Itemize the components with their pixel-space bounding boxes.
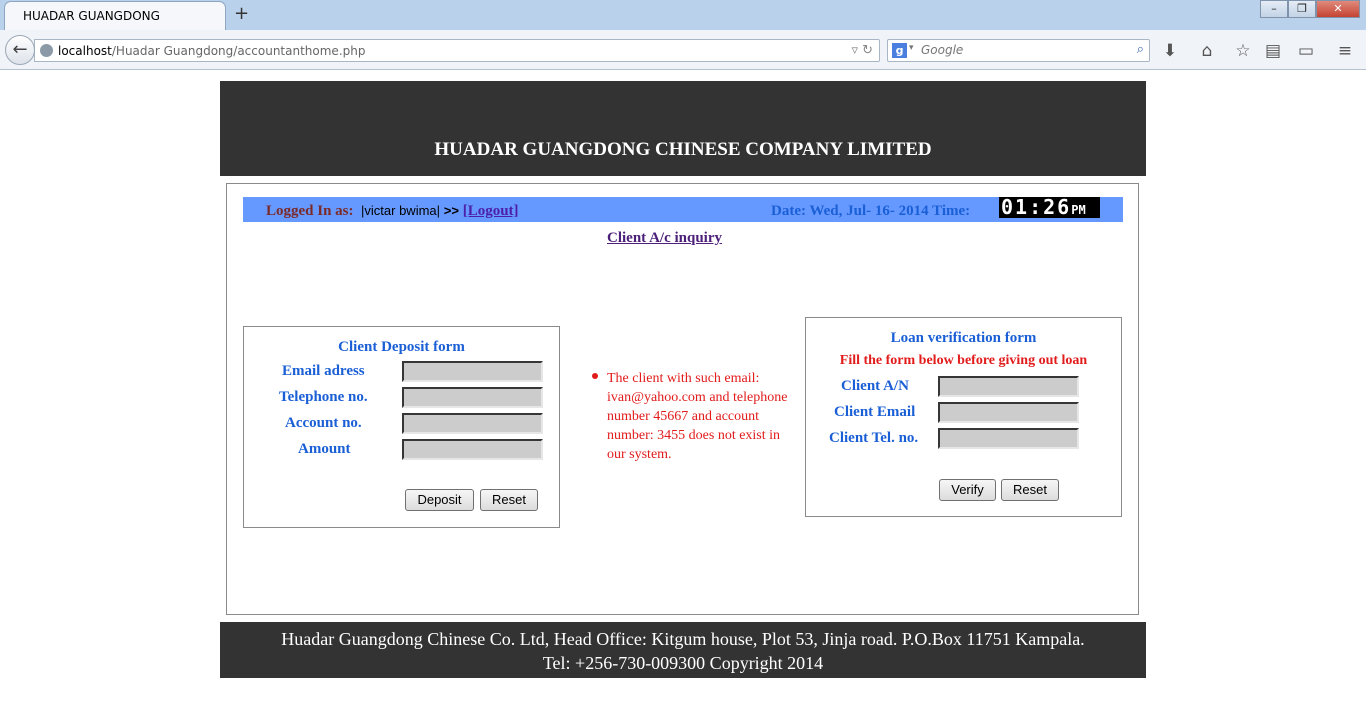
deposit-telephone-field[interactable] [402, 387, 543, 408]
search-input[interactable] [921, 43, 1121, 57]
loan-reset-button[interactable]: Reset [1001, 479, 1059, 501]
menu-icon[interactable]: ≡ [1333, 39, 1357, 63]
date-label: Date: Wed, Jul- 16- 2014 Time: [771, 203, 971, 219]
logged-in-label: Logged In as: [266, 203, 354, 219]
page-footer: Huadar Guangdong Chinese Co. Ltd, Head O… [220, 622, 1146, 678]
footer-contact: Tel: +256-730-009300 Copyright 2014 [542, 653, 824, 673]
download-icon[interactable]: ⬇ [1158, 39, 1182, 63]
bullet-icon [592, 373, 598, 379]
session-infobar: Logged In as: |victar bwima| >> [Logout]… [243, 197, 1123, 222]
client-tel-field[interactable] [938, 428, 1079, 449]
client-tel-label: Client Tel. no. [829, 430, 919, 446]
separator: >> [443, 203, 459, 218]
amount-label: Amount [298, 441, 351, 457]
client-an-field[interactable] [938, 376, 1079, 397]
search-icon[interactable]: ⌕ [1137, 42, 1144, 57]
url-text: localhost/Huadar Guangdong/accountanthom… [58, 44, 365, 58]
bookmarks-list-icon[interactable]: ▤ [1261, 39, 1285, 63]
restore-button[interactable]: ❐ [1288, 0, 1316, 18]
clock-ampm: PM [1071, 203, 1086, 217]
client-email-label: Client Email [834, 404, 916, 420]
browser-titlebar: HUADAR GUANGDONG + – ❐ ✕ [0, 0, 1366, 30]
deposit-form: Client Deposit form Email adress Telepho… [243, 326, 560, 528]
url-path: /Huadar Guangdong/accountanthome.php [111, 44, 366, 58]
logged-in-status: Logged In as: |victar bwima| >> [Logout] [266, 203, 519, 220]
client-email-field[interactable] [938, 402, 1079, 423]
search-engine-dropdown-icon[interactable]: ▾ [909, 43, 914, 53]
username: |victar bwima| [361, 203, 441, 218]
deposit-form-title: Client Deposit form [338, 339, 465, 355]
back-button[interactable]: ← [5, 35, 35, 65]
address-bar[interactable]: localhost/Huadar Guangdong/accountanthom… [34, 39, 880, 62]
tab-title: HUADAR GUANGDONG [23, 9, 160, 23]
client-an-label: Client A/N [841, 378, 909, 394]
company-banner: HUADAR GUANGDONG CHINESE COMPANY LIMITED [220, 81, 1146, 176]
error-text: The client with such email: ivan@yahoo.c… [607, 371, 788, 462]
footer-address: Huadar Guangdong Chinese Co. Ltd, Head O… [281, 629, 1085, 649]
home-icon[interactable]: ⌂ [1195, 39, 1219, 63]
client-inquiry-link[interactable]: Client A/c inquiry [607, 230, 722, 247]
window-icon[interactable]: ▭ [1294, 39, 1318, 63]
deposit-email-field[interactable] [402, 361, 543, 382]
logout-link[interactable]: [Logout] [463, 203, 519, 219]
globe-icon [40, 44, 53, 57]
window-controls: – ❐ ✕ [1260, 0, 1360, 20]
email-label: Email adress [282, 363, 365, 379]
bookmark-star-icon[interactable]: ☆ [1231, 39, 1255, 63]
reload-icon[interactable]: ▿ ↻ [851, 43, 873, 58]
clock-time: 01:26 [1001, 195, 1072, 219]
deposit-amount-field[interactable] [402, 439, 543, 460]
url-host: localhost [58, 44, 112, 58]
loan-form-title: Loan verification form [890, 330, 1037, 346]
telephone-label: Telephone no. [279, 389, 368, 405]
browser-tab[interactable]: HUADAR GUANGDONG [4, 1, 226, 30]
minimize-button[interactable]: – [1260, 0, 1288, 18]
back-arrow-icon: ← [12, 39, 28, 60]
google-icon[interactable]: g [892, 43, 907, 58]
verify-button[interactable]: Verify [939, 479, 996, 501]
deposit-account-field[interactable] [402, 413, 543, 434]
loan-verification-form: Loan verification form Fill the form bel… [805, 317, 1122, 517]
digital-clock: 01:26PM [999, 197, 1100, 218]
close-window-button[interactable]: ✕ [1316, 0, 1360, 18]
browser-navbar: localhost/Huadar Guangdong/accountanthom… [0, 30, 1366, 70]
new-tab-button[interactable]: + [234, 4, 249, 24]
account-label: Account no. [285, 415, 362, 431]
company-title: HUADAR GUANGDONG CHINESE COMPANY LIMITED [434, 139, 932, 160]
loan-form-warning: Fill the form below before giving out lo… [839, 353, 1088, 368]
deposit-button[interactable]: Deposit [405, 489, 474, 511]
search-bar[interactable]: g ▾ ⌕ [887, 39, 1150, 62]
deposit-reset-button[interactable]: Reset [480, 489, 538, 511]
